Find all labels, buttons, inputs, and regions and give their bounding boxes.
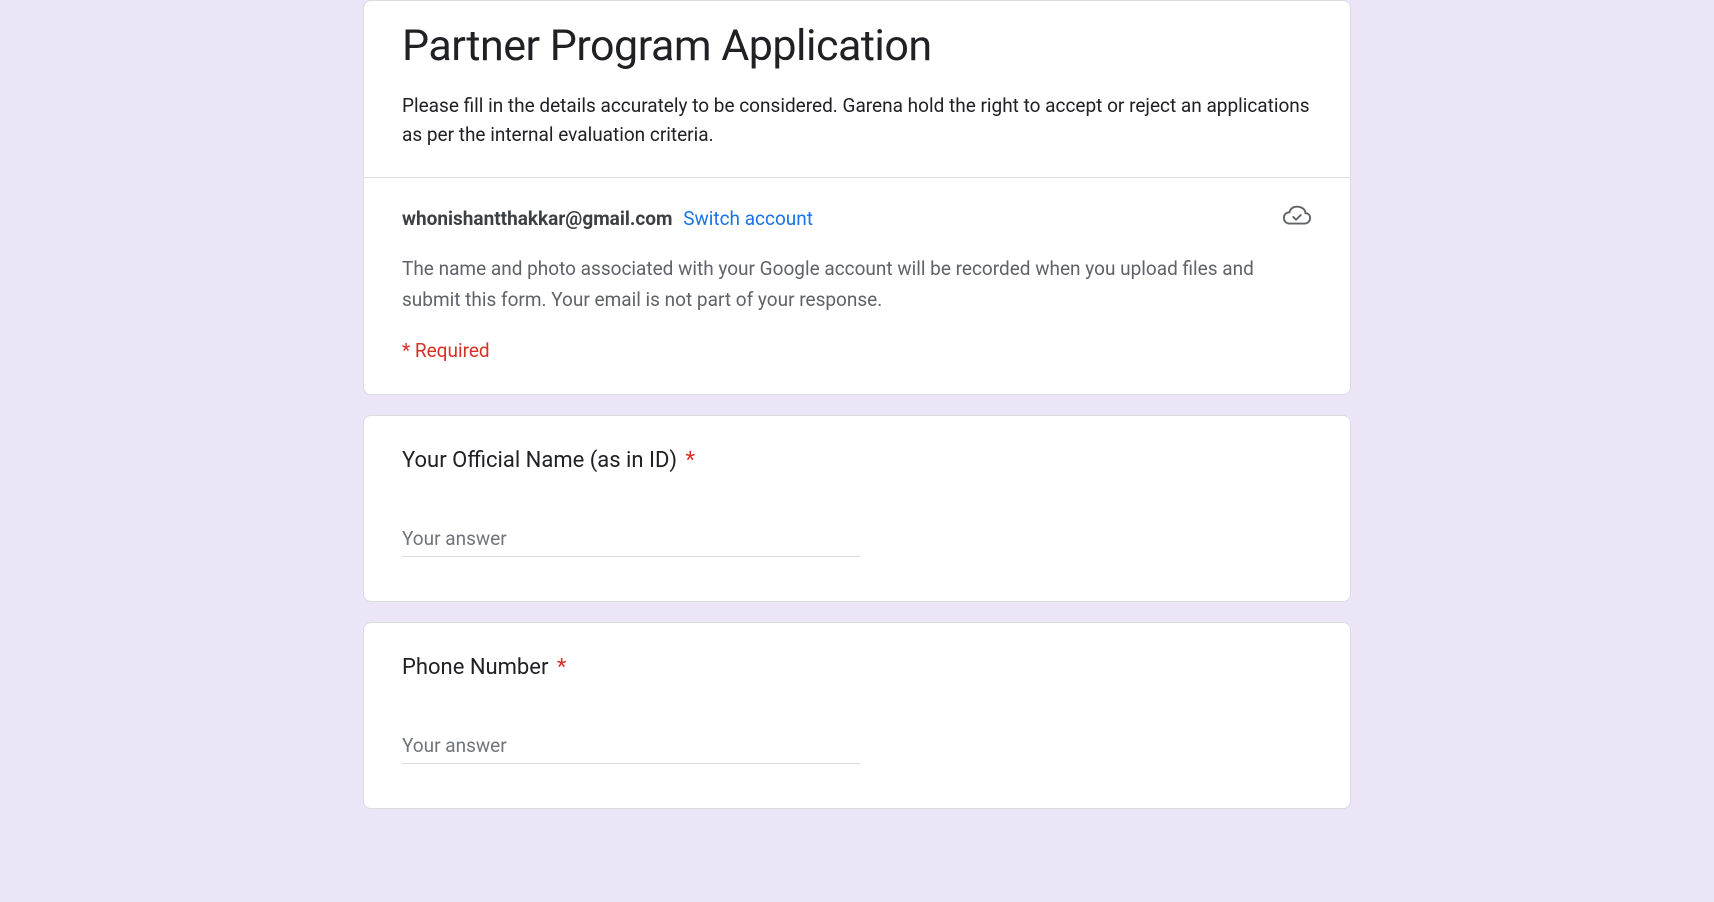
required-asterisk: * [686,448,695,473]
phone-number-input[interactable] [402,728,860,764]
form-header-card: Partner Program Application Please fill … [363,0,1351,395]
header-section: Partner Program Application Please fill … [364,1,1350,177]
question-text: Your Official Name (as in ID) [402,448,677,473]
question-label: Phone Number * [402,655,1312,680]
required-note: * Required [402,339,1312,362]
form-description: Please fill in the details accurately to… [402,91,1312,150]
question-card-name: Your Official Name (as in ID) * [363,415,1351,602]
account-note: The name and photo associated with your … [402,254,1312,315]
cloud-check-icon [1282,204,1312,232]
account-row: whonishantthakkar@gmail.com Switch accou… [402,204,1312,232]
account-email: whonishantthakkar@gmail.com [402,207,672,230]
required-asterisk: * [557,655,566,680]
question-text: Phone Number [402,655,548,680]
question-card-phone: Phone Number * [363,622,1351,809]
account-section: whonishantthakkar@gmail.com Switch accou… [364,177,1350,394]
question-label: Your Official Name (as in ID) * [402,448,1312,473]
account-info: whonishantthakkar@gmail.com Switch accou… [402,207,813,230]
switch-account-link[interactable]: Switch account [683,207,813,230]
official-name-input[interactable] [402,521,860,557]
form-title: Partner Program Application [402,21,1312,73]
